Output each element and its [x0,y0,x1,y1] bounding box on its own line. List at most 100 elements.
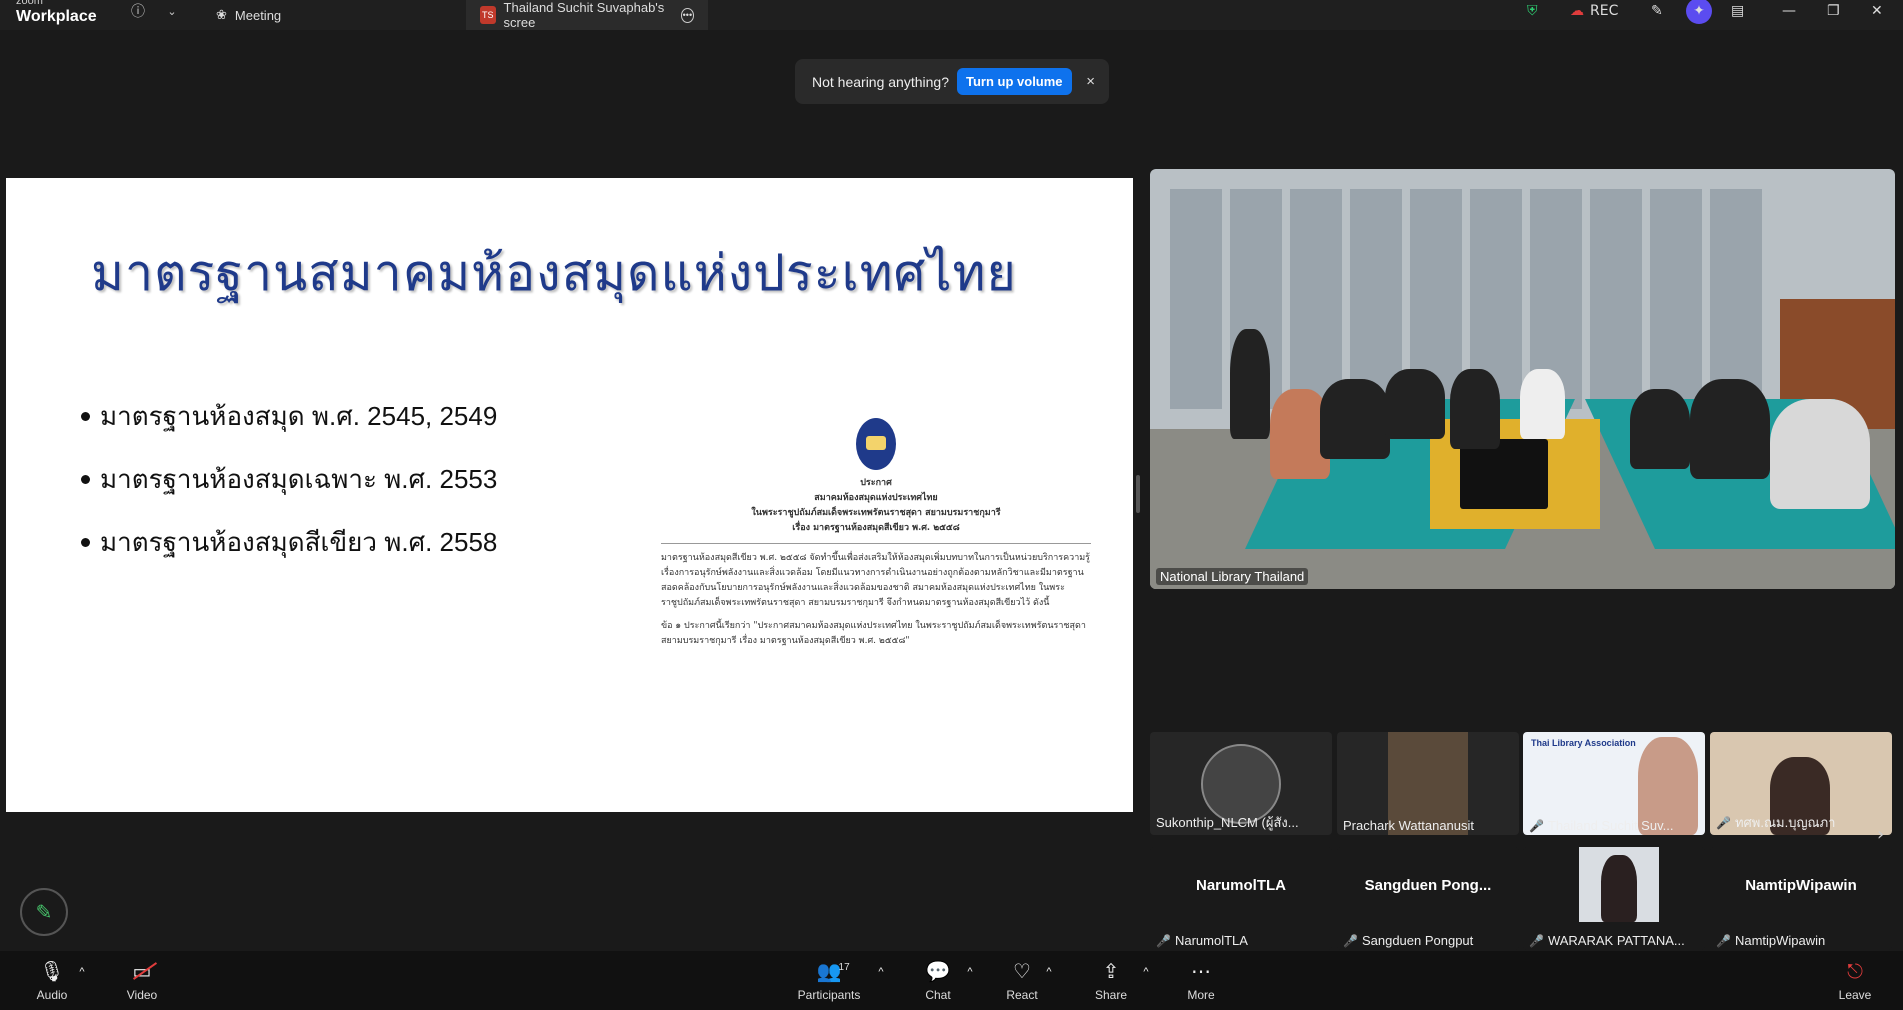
participant-tile[interactable]: Sukonthip_NLCM (ผู้สัง... [1150,732,1332,835]
participants-button[interactable]: 👥 17 Participants [796,951,862,1010]
participants-options-caret[interactable]: ^ [875,951,887,1010]
react-options-caret[interactable]: ^ [1043,951,1055,1010]
monitor [1460,439,1548,509]
avatar [1579,847,1659,922]
audio-button[interactable]: 🎙 Audio [34,951,70,1010]
annotate-pencil-button[interactable]: ✎ [20,888,68,936]
doc-heading-1: ประกาศ [860,478,892,488]
participant-label: Sukonthip_NLCM (ผู้สัง... [1156,812,1299,833]
chat-options-caret[interactable]: ^ [964,951,976,1010]
minimize-icon[interactable]: — [1782,0,1796,22]
participant-tile[interactable]: Prachark Wattananusit [1337,732,1519,835]
participant-name: National Library Thailand [1156,568,1309,585]
info-icon[interactable]: ⓘ [130,0,146,22]
shared-screen-slide: มาตรฐานสมาคมห้องสมุดแห่งประเทศไทย มาตรฐา… [6,178,1133,812]
participant-tile[interactable]: NarumolTLA 🎤 NarumolTLA [1150,847,1332,950]
wall-panel [1710,189,1762,409]
next-page-icon[interactable]: › [1877,824,1884,845]
chevron-down-icon[interactable]: ⌄ [165,0,179,22]
participant-tile[interactable]: Sangduen Pong... 🎤 Sangduen Pongput [1337,847,1519,950]
bullet-text: มาตรฐานห้องสมุดสีเขียว พ.ศ. 2558 [100,527,498,557]
leave-icon: ⎋ [1847,960,1863,983]
participant-display-name: NarumolTLA [1196,877,1286,894]
slide-title: มาตรฐานสมาคมห้องสมุดแห่งประเทศไทย [91,244,1017,302]
person [1230,329,1270,439]
notification-close-icon[interactable]: × [1086,73,1095,90]
share-button[interactable]: ⇪ Share [1093,951,1129,1010]
participants-count: 17 [838,961,850,973]
tab-share-label: Thailand Suchit Suvaphab's scree [503,0,665,30]
tla-logo: Thai Library Association [1531,738,1636,748]
participant-name: Prachark Wattananusit [1343,818,1475,833]
react-button[interactable]: ♡ React [1004,951,1040,1010]
share-label: Share [1094,987,1128,1002]
audio-notification: Not hearing anything? Turn up volume × [795,59,1109,104]
title-bar: zoom Workplace ⓘ ⌄ ❀ Meeting TS Thailand… [0,0,1903,30]
split-resize-handle[interactable] [1136,475,1140,513]
brand-small: zoom [16,0,43,7]
participant-label: 🎤 WARARAK PATTANA... [1529,933,1685,948]
tab-meeting[interactable]: ❀ Meeting [202,0,464,30]
participant-label: 🎤 Thailand Suchit Suv... [1529,818,1673,833]
mic-muted-icon: 🎤 [1156,933,1171,948]
audio-options-caret[interactable]: ^ [76,951,88,1010]
person [1770,399,1870,509]
close-icon[interactable]: ✕ [1871,0,1883,22]
participant-tile[interactable]: NamtipWipawin 🎤 NamtipWipawin [1710,847,1892,950]
participant-tile[interactable]: 🎤 WARARAK PATTANA... [1523,847,1705,950]
doc-paragraph-2: ข้อ ๑ ประกาศนี้เรียกว่า "ประกาศสมาคมห้อง… [661,621,1086,646]
participant-tile[interactable]: Thai Library Association 🎤 Thailand Suchi… [1523,732,1705,835]
cloud-record-icon: ☁ [1570,3,1584,19]
pencil-icon: ✎ [35,900,53,924]
participant-label: 🎤 ทศพ.ณม.บุญณภา [1716,812,1835,833]
participant-display-name: NamtipWipawin [1745,877,1857,894]
tab-screen-share[interactable]: TS Thailand Suchit Suvaphab's scree ••• [466,0,708,30]
restore-icon[interactable]: ❐ [1827,0,1840,22]
slide-bullets: มาตรฐานห้องสมุด พ.ศ. 2545, 2549 มาตรฐานห… [81,396,497,585]
paw-icon: ❀ [216,7,227,22]
audio-label: Audio [36,987,68,1002]
pencil-icon[interactable]: ✎ [1651,0,1663,22]
participant-label: 🎤 Sangduen Pongput [1343,933,1473,948]
recording-indicator[interactable]: ☁ REC [1570,0,1618,22]
mic-muted-icon: 🎤 [1529,818,1544,833]
leave-button[interactable]: ⎋ Leave [1838,951,1872,1010]
more-options-icon[interactable]: ••• [680,7,694,23]
wall-panel [1650,189,1702,409]
more-button[interactable]: ⋯ More [1184,951,1218,1010]
panel-layout-icon[interactable]: ▤ [1731,0,1744,22]
person [1520,369,1565,439]
video-button[interactable]: ▭ Video [124,951,160,1010]
main-video-tile[interactable]: National Library Thailand [1150,169,1895,589]
share-options-caret[interactable]: ^ [1140,951,1152,1010]
tab-meeting-label: Meeting [234,7,282,23]
wall-panel [1590,189,1642,409]
share-screen-icon: ⇪ [1102,960,1120,983]
participant-label: 🎤 NarumolTLA [1156,933,1248,948]
mic-muted-icon: 🎤 [1529,933,1544,948]
participant-name: Sukonthip_NLCM (ผู้สัง... [1156,815,1299,830]
participant-name: Sangduen Pongput [1361,933,1474,948]
security-shield-icon[interactable]: ⛨ [1527,0,1538,22]
doc-heading-2: สมาคมห้องสมุดแห่งประเทศไทย [814,493,938,503]
participants-label: Participants [797,987,861,1002]
app-brand: zoom Workplace [16,0,97,30]
person [1320,379,1390,459]
chat-button[interactable]: 💬 Chat [921,951,955,1010]
wall-panel [1290,189,1342,409]
participant-label: 🎤 NamtipWipawin [1716,933,1825,948]
person [1385,369,1445,439]
announcement-document: ประกาศ สมาคมห้องสมุดแห่งประเทศไทย ในพระร… [661,418,1091,649]
person [1690,379,1770,479]
person [1450,369,1500,449]
participant-display-name: Sangduen Pong... [1364,877,1492,894]
bullet-item: มาตรฐานห้องสมุดสีเขียว พ.ศ. 2558 [81,522,497,563]
participant-name: Thailand Suchit Suv... [1547,818,1674,833]
more-icon: ⋯ [1191,960,1211,983]
participant-tile[interactable]: 🎤 ทศพ.ณม.บุญณภา [1710,732,1892,835]
ai-companion-icon[interactable]: ✦ [1686,0,1712,24]
participant-name: WARARAK PATTANA... [1547,933,1685,948]
participant-name: NamtipWipawin [1734,933,1826,948]
turn-up-volume-button[interactable]: Turn up volume [957,68,1072,95]
leave-label: Leave [1838,987,1872,1002]
